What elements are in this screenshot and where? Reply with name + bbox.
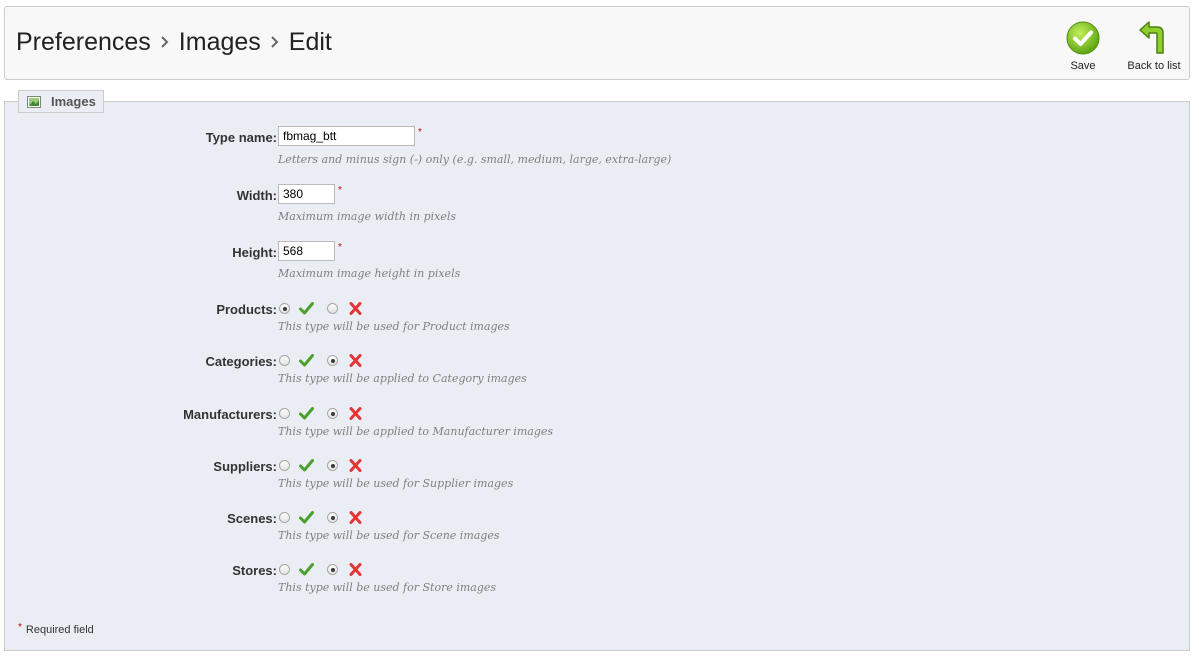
type-name-input[interactable] — [278, 126, 415, 146]
categories-label: Categories: — [205, 354, 277, 369]
scenes-yes-radio[interactable] — [279, 512, 290, 523]
scenes-no-radio[interactable] — [327, 512, 338, 523]
categories-yes-radio[interactable] — [279, 355, 290, 366]
toolbar: Preferences Images Edit Save Back to lis… — [4, 6, 1190, 80]
suppliers-yes-radio[interactable] — [279, 460, 290, 471]
products-hint: This type will be used for Product image… — [278, 320, 510, 333]
height-input[interactable] — [278, 241, 335, 261]
required-marker: * — [18, 622, 22, 633]
stores-label: Stores: — [232, 563, 277, 578]
legend-title: Images — [51, 94, 96, 109]
manufacturers-hint: This type will be applied to Manufacture… — [278, 425, 554, 438]
cross-icon[interactable] — [348, 459, 363, 472]
stores-yes-radio[interactable] — [279, 564, 290, 575]
save-check-icon — [1066, 21, 1100, 55]
check-icon[interactable] — [299, 354, 314, 367]
required-field-note: * Required field — [18, 622, 94, 636]
cross-icon[interactable] — [348, 407, 363, 420]
breadcrumb-item-edit: Edit — [288, 28, 332, 56]
type-name-label: Type name: — [205, 130, 277, 145]
image-icon — [27, 95, 41, 108]
cross-icon[interactable] — [348, 302, 363, 315]
products-no-radio[interactable] — [327, 303, 338, 314]
required-marker: * — [418, 127, 422, 138]
breadcrumb: Preferences Images Edit — [16, 27, 332, 57]
height-label: Height: — [232, 245, 277, 260]
cross-icon[interactable] — [348, 354, 363, 367]
suppliers-no-radio[interactable] — [327, 460, 338, 471]
type-name-hint: Letters and minus sign (-) only (e.g. sm… — [278, 153, 672, 166]
scenes-hint: This type will be used for Scene images — [278, 529, 500, 542]
categories-hint: This type will be applied to Category im… — [278, 372, 527, 385]
chevron-right-icon — [261, 36, 289, 48]
images-fieldset — [4, 101, 1190, 651]
manufacturers-yes-radio[interactable] — [279, 408, 290, 419]
products-label: Products: — [216, 302, 277, 317]
categories-no-radio[interactable] — [327, 355, 338, 366]
width-label: Width: — [236, 188, 277, 203]
manufacturers-no-radio[interactable] — [327, 408, 338, 419]
required-field-text: Required field — [25, 624, 94, 636]
check-icon[interactable] — [299, 459, 314, 472]
width-input[interactable] — [278, 184, 335, 204]
required-marker: * — [338, 242, 342, 253]
breadcrumb-item-images[interactable]: Images — [179, 27, 261, 57]
check-icon[interactable] — [299, 302, 314, 315]
check-icon[interactable] — [299, 407, 314, 420]
back-to-list-button[interactable]: Back to list — [1122, 21, 1186, 72]
products-yes-radio[interactable] — [279, 303, 290, 314]
suppliers-label: Suppliers: — [213, 459, 277, 474]
cross-icon[interactable] — [348, 511, 363, 524]
required-marker: * — [338, 185, 342, 196]
check-icon[interactable] — [299, 563, 314, 576]
chevron-right-icon — [151, 36, 179, 48]
save-button[interactable]: Save — [1066, 21, 1100, 72]
scenes-label: Scenes: — [227, 511, 277, 526]
suppliers-hint: This type will be used for Supplier imag… — [278, 477, 514, 490]
manufacturers-label: Manufacturers: — [183, 407, 277, 422]
back-arrow-icon — [1139, 21, 1164, 54]
stores-hint: This type will be used for Store images — [278, 581, 497, 594]
breadcrumb-item-preferences[interactable]: Preferences — [16, 27, 151, 57]
cross-icon[interactable] — [348, 563, 363, 576]
stores-no-radio[interactable] — [327, 564, 338, 575]
save-label: Save — [1070, 60, 1096, 72]
width-hint: Maximum image width in pixels — [278, 210, 457, 223]
back-to-list-label: Back to list — [1127, 60, 1181, 72]
fieldset-legend: Images — [18, 90, 104, 113]
height-hint: Maximum image height in pixels — [278, 267, 461, 280]
check-icon[interactable] — [299, 511, 314, 524]
